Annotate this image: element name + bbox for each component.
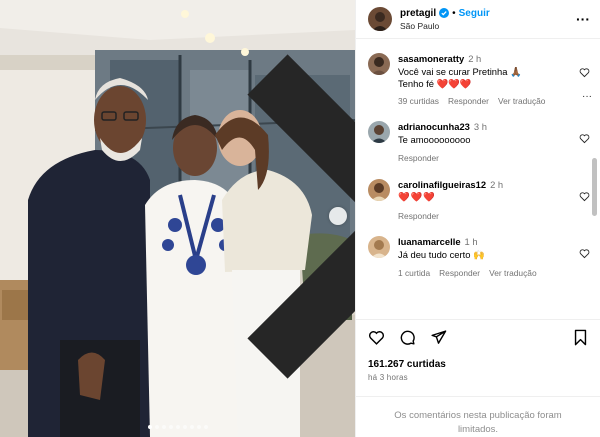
heart-icon[interactable]	[579, 133, 590, 147]
comment-icon[interactable]	[399, 329, 416, 349]
separator-dot: •	[452, 7, 456, 19]
post-location[interactable]: São Paulo	[400, 21, 576, 31]
heart-icon[interactable]	[579, 67, 590, 81]
comment-username[interactable]: carolinafilgueiras12	[398, 179, 486, 192]
carousel-dot	[147, 425, 152, 429]
carousel-indicator	[0, 425, 355, 429]
comment-username[interactable]: luanamarcelle	[398, 236, 461, 249]
next-slide-button[interactable]	[246, 53, 355, 379]
comment-time: 2 h	[468, 53, 482, 65]
comment-time: 3 h	[473, 121, 487, 133]
likes-count[interactable]: 161.267 curtidas	[356, 359, 600, 370]
comment-time: 1 h	[464, 236, 478, 248]
share-icon[interactable]	[430, 329, 447, 349]
carousel-dot	[161, 425, 166, 429]
comment-text: ❤️❤️❤️	[398, 191, 437, 203]
like-heart-icon[interactable]	[368, 329, 385, 349]
translate-button[interactable]: Ver tradução	[498, 95, 546, 108]
translate-button[interactable]: Ver tradução	[489, 267, 537, 280]
post-timestamp[interactable]: há 3 horas	[356, 373, 600, 382]
verified-badge-icon	[439, 8, 450, 19]
carousel-dot	[175, 425, 180, 429]
carousel-dot	[168, 425, 173, 429]
comment-text: Você vai se curar Pretinha 🙏🏾	[398, 65, 522, 77]
comment-likes[interactable]: 1 curtida	[398, 267, 430, 280]
comment-item: adrianocunha23 3 h Te amooooooooo Respon…	[368, 121, 590, 165]
carousel-dot	[196, 425, 201, 429]
chevron-right-icon	[161, 0, 355, 435]
comment-more-icon[interactable]: ···	[582, 91, 592, 102]
comment-text: Já deu tudo certo 🙌	[398, 248, 485, 260]
reply-button[interactable]: Responder	[448, 95, 489, 108]
reply-button[interactable]: Responder	[398, 210, 439, 223]
comment-item: luanamarcelle 1 h Já deu tudo certo 🙌 1 …	[368, 236, 590, 280]
carousel-dot	[203, 425, 208, 429]
more-options-icon[interactable]: ···	[576, 12, 590, 26]
reply-button[interactable]: Responder	[439, 267, 480, 280]
comment-item: sasamoneratty 2 h Você vai se curar Pret…	[368, 53, 592, 108]
carousel-dot	[182, 425, 187, 429]
comment-text-line2: Tenho fé ❤️❤️❤️	[398, 78, 472, 90]
scrollbar-thumb[interactable]	[592, 158, 597, 216]
follow-button[interactable]: Seguir	[459, 8, 490, 19]
post-actions	[356, 319, 600, 357]
comment-time: 2 h	[490, 178, 504, 190]
reply-button[interactable]: Responder	[398, 152, 439, 165]
instagram-post: pretagil • Seguir São Paulo ··· sasamone…	[0, 0, 600, 437]
comments-limited-note: Os comentários nesta publicação foram li…	[356, 396, 600, 437]
comment-avatar[interactable]	[368, 178, 390, 201]
heart-icon[interactable]	[579, 248, 590, 262]
comment-text: Te amooooooooo	[398, 133, 471, 145]
post-photo[interactable]	[0, 0, 355, 437]
author-avatar[interactable]	[368, 7, 392, 32]
comments-scrollbar[interactable]	[592, 48, 597, 320]
post-side-panel: pretagil • Seguir São Paulo ··· sasamone…	[355, 0, 600, 437]
author-username[interactable]: pretagil	[400, 8, 436, 19]
carousel-dot	[189, 425, 194, 429]
heart-icon[interactable]	[579, 191, 590, 205]
comment-item: carolinafilgueiras12 2 h ❤️❤️❤️ Responde…	[368, 178, 590, 223]
comment-avatar[interactable]	[368, 121, 390, 144]
comment-avatar[interactable]	[368, 53, 390, 76]
post-header: pretagil • Seguir São Paulo ···	[356, 0, 600, 40]
comment-username[interactable]: sasamoneratty	[398, 53, 464, 66]
carousel-dot	[154, 425, 159, 429]
bookmark-icon[interactable]	[573, 329, 588, 349]
comment-likes[interactable]: 39 curtidas	[398, 95, 439, 108]
comment-avatar[interactable]	[368, 236, 390, 259]
comments-list: sasamoneratty 2 h Você vai se curar Pret…	[356, 39, 600, 319]
comment-username[interactable]: adrianocunha23	[398, 121, 470, 134]
